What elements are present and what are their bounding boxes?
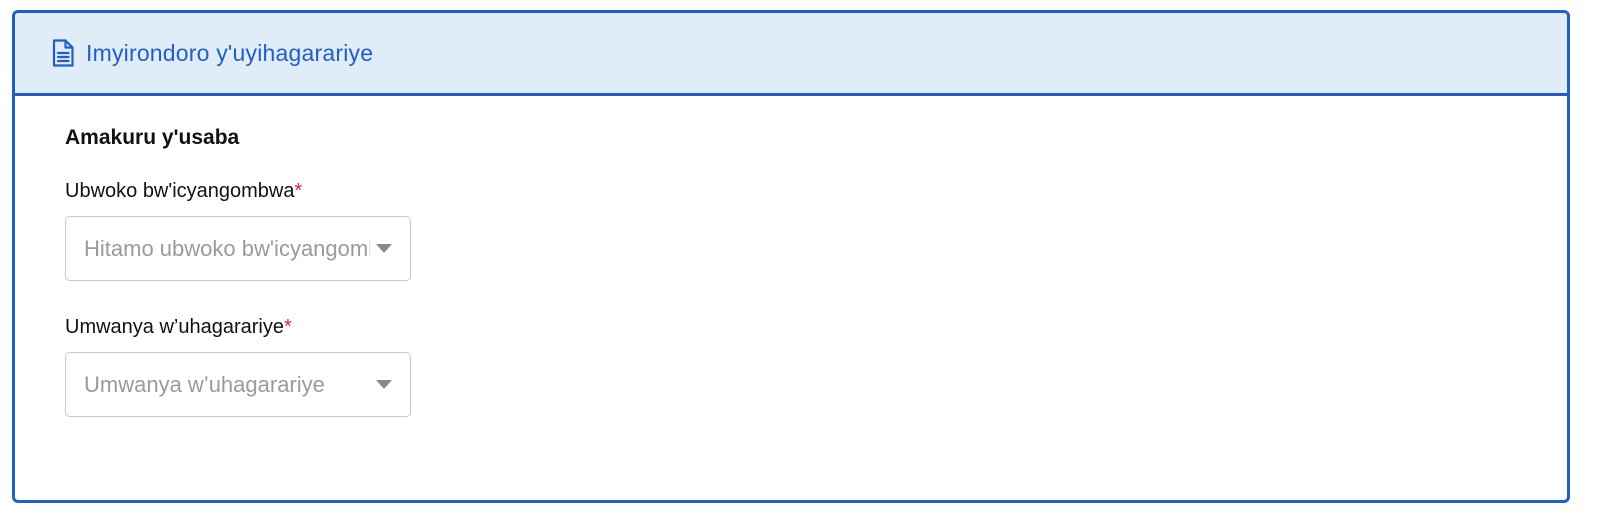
caret-down-icon [376,244,392,253]
caret-down-icon [376,380,392,389]
representative-position-select[interactable]: Umwanya w’uhagarariye [65,352,411,417]
required-marker: * [294,180,303,202]
document-type-label-text: Ubwoko bw'icyangombwa [65,180,295,202]
representative-position-label: Umwanya w’uhagarariye* [65,316,1567,339]
document-type-select[interactable]: Hitamo ubwoko bw'icyangombwa [65,216,411,281]
card-header: Imyirondoro y'uyihagarariye [15,13,1567,96]
representative-position-placeholder: Umwanya w’uhagarariye [84,371,325,397]
representative-position-field: Umwanya w’uhagarariye* Umwanya w’uhagara… [65,316,1567,417]
representative-profile-card: Imyirondoro y'uyihagarariye Amakuru y'us… [12,10,1570,503]
section-title: Amakuru y'usaba [65,126,240,149]
document-type-label: Ubwoko bw'icyangombwa* [65,180,1567,203]
card-title: Imyirondoro y'uyihagarariye [86,39,374,66]
document-icon [52,39,74,67]
document-type-placeholder: Hitamo ubwoko bw'icyangombwa [84,235,370,261]
representative-position-label-text: Umwanya w’uhagarariye [65,316,284,338]
document-type-field: Ubwoko bw'icyangombwa* Hitamo ubwoko bw'… [65,180,1567,281]
required-marker: * [283,316,292,338]
card-body: Amakuru y'usaba Ubwoko bw'icyangombwa* H… [15,96,1567,417]
